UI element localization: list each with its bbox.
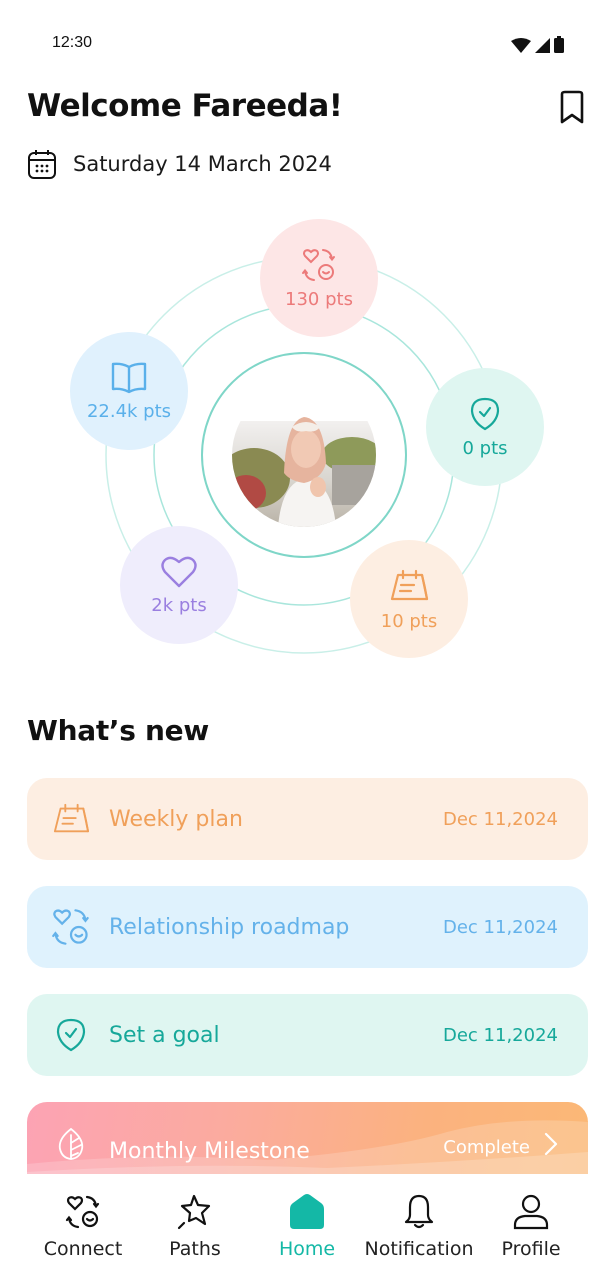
points-value: 130 pts <box>285 288 353 310</box>
tab-connect[interactable]: Connect <box>27 1192 139 1260</box>
points-value: 0 pts <box>462 437 508 459</box>
status-time: 12:30 <box>52 34 93 51</box>
milestone-status: Complete <box>443 1137 530 1158</box>
tab-notification[interactable]: Notification <box>363 1192 475 1260</box>
tab-label: Notification <box>364 1238 474 1260</box>
tab-paths[interactable]: Paths <box>139 1192 251 1260</box>
item-label: Weekly plan <box>109 806 243 832</box>
current-date: Saturday 14 March 2024 <box>73 152 332 176</box>
whats-new-item-set-a-goal[interactable]: Set a goal Dec 11,2024 <box>27 994 588 1076</box>
date-row: Saturday 14 March 2024 <box>27 148 332 180</box>
bottom-tab-bar: Connect Paths Home Notification Profile <box>0 1174 614 1280</box>
page-title: Welcome Fareeda! <box>27 88 343 124</box>
tab-profile[interactable]: Profile <box>475 1192 587 1260</box>
goal-shield-icon <box>470 397 500 430</box>
heart-icon <box>161 556 197 587</box>
points-value: 10 pts <box>380 610 438 632</box>
tab-label: Connect <box>43 1238 123 1260</box>
tab-label: Profile <box>501 1238 561 1260</box>
leaf-icon <box>58 1127 84 1160</box>
points-value: 2k pts <box>151 594 207 616</box>
points-bubble-goal[interactable]: 0 pts <box>426 368 544 486</box>
battery-icon <box>554 36 564 53</box>
chevron-right-icon <box>544 1132 558 1156</box>
avatar[interactable] <box>232 383 376 527</box>
tab-label: Paths <box>169 1238 221 1260</box>
item-date: Dec 11,2024 <box>443 916 558 938</box>
connect-icon <box>52 909 89 945</box>
status-icons <box>511 36 564 53</box>
planner-icon <box>390 569 429 600</box>
item-date: Dec 11,2024 <box>443 1024 558 1046</box>
points-bubble-love[interactable]: 2k pts <box>120 526 238 644</box>
star-wand-icon <box>177 1194 211 1230</box>
monthly-milestone-card[interactable]: Monthly Milestone Complete <box>27 1102 588 1174</box>
whats-new-title: What’s new <box>27 714 209 747</box>
connect-icon <box>65 1195 100 1229</box>
tab-home[interactable]: Home <box>251 1192 363 1260</box>
bookmark-button[interactable] <box>557 90 587 126</box>
points-bubble-connect[interactable]: 130 pts <box>260 219 378 337</box>
goal-shield-icon <box>56 1018 86 1052</box>
status-bar: 12:30 <box>0 0 614 80</box>
points-orbit: 130 pts 0 pts 10 pts 2k pts 22.4k pts <box>0 200 614 680</box>
points-value: 22.4k pts <box>86 400 172 422</box>
book-icon <box>111 362 147 393</box>
bookmark-icon <box>560 90 584 124</box>
wifi-icon <box>511 38 531 53</box>
item-date: Dec 11,2024 <box>443 808 558 830</box>
planner-icon <box>53 803 89 833</box>
connect-icon <box>302 248 335 281</box>
points-bubble-learn[interactable]: 22.4k pts <box>70 332 188 450</box>
header: Welcome Fareeda! <box>27 88 587 124</box>
points-bubble-plan[interactable]: 10 pts <box>350 540 468 658</box>
milestone-label: Monthly Milestone <box>109 1139 310 1164</box>
tab-label: Home <box>278 1238 336 1260</box>
item-label: Set a goal <box>109 1022 220 1048</box>
user-icon <box>513 1194 549 1230</box>
home-icon <box>290 1194 324 1229</box>
bell-icon <box>404 1194 434 1229</box>
whats-new-item-relationship-roadmap[interactable]: Relationship roadmap Dec 11,2024 <box>27 886 588 968</box>
calendar-icon <box>28 150 56 179</box>
whats-new-item-weekly-plan[interactable]: Weekly plan Dec 11,2024 <box>27 778 588 860</box>
item-label: Relationship roadmap <box>109 914 350 940</box>
signal-icon <box>535 38 550 53</box>
